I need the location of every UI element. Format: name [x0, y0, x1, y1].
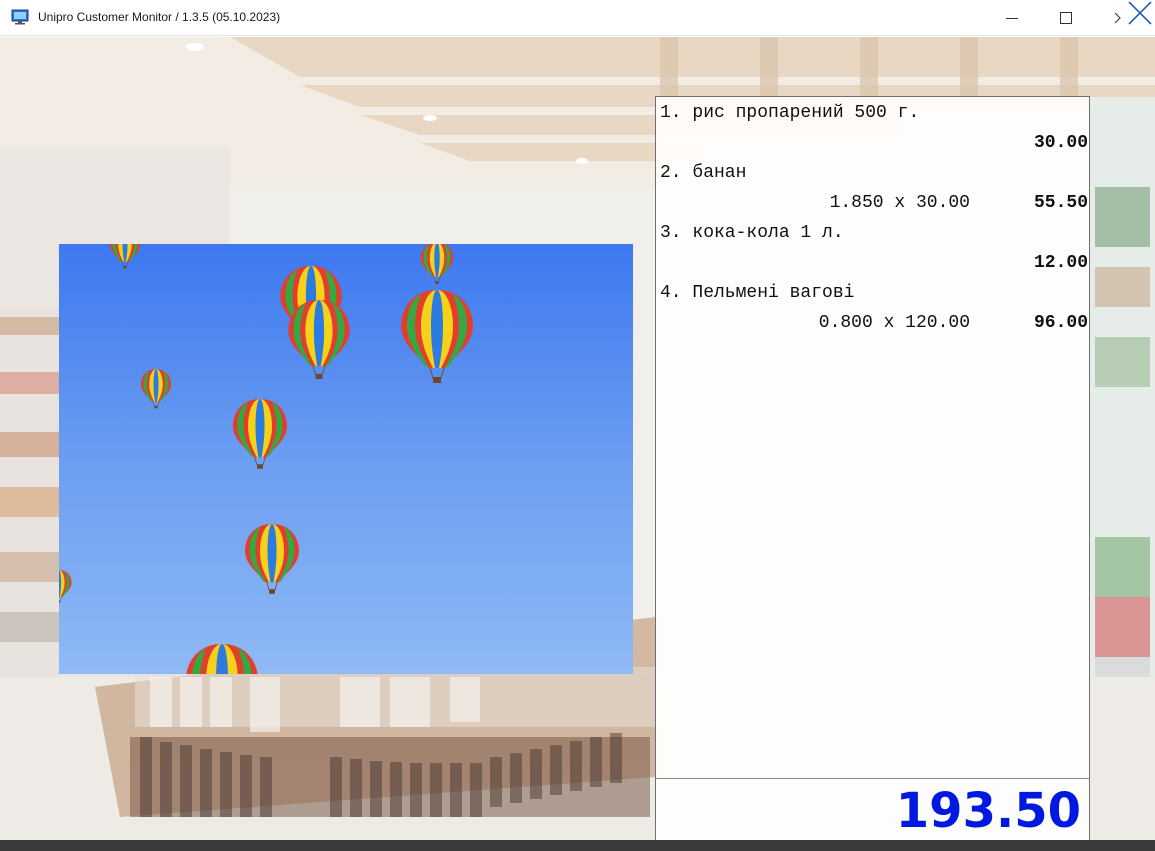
- balloons-image: [59, 244, 474, 674]
- advertisement-panel: [59, 244, 633, 674]
- close-button[interactable]: [1100, 0, 1155, 36]
- chevron-right-icon: [1114, 12, 1121, 24]
- window-title: Unipro Customer Monitor / 1.3.5 (05.10.2…: [38, 10, 281, 24]
- item-sum: 30.00: [1033, 133, 1088, 153]
- receipt-item-amount: 0.800 x 120.00 96.00: [660, 309, 1088, 337]
- item-name: 2. банан: [660, 163, 747, 183]
- title-bar: Unipro Customer Monitor / 1.3.5 (05.10.2…: [0, 0, 1155, 36]
- receipt-total: 193.50: [895, 783, 1081, 839]
- item-name: 4. Пельмені вагові: [660, 283, 855, 303]
- maximize-button[interactable]: [1043, 0, 1089, 36]
- receipt-item: 3. кока-кола 1 л.: [660, 219, 1088, 247]
- item-sum: 96.00: [1033, 313, 1088, 333]
- item-sum: 12.00: [1033, 253, 1088, 273]
- item-quantity: 0.800 x 120.00: [818, 313, 970, 333]
- total-divider: [656, 778, 1089, 779]
- receipt-item: 2. банан: [660, 159, 1088, 187]
- item-quantity: 1.850 x 30.00: [829, 193, 970, 213]
- item-sum: 55.50: [1033, 193, 1088, 213]
- close-icon: [1128, 1, 1152, 25]
- maximize-icon: [1060, 12, 1072, 24]
- taskbar-strip: [0, 840, 1155, 851]
- receipt-item: 4. Пельмені вагові: [660, 279, 1088, 307]
- item-name: 1. рис пропарений 500 г.: [660, 103, 920, 123]
- receipt-item-amount: 1.850 x 30.00 55.50: [660, 189, 1088, 217]
- minimize-button[interactable]: [989, 0, 1035, 36]
- receipt-panel: 1. рис пропарений 500 г. 30.00 2. банан …: [655, 96, 1090, 851]
- minimize-icon: [1006, 18, 1018, 19]
- receipt-item-amount: 12.00: [660, 249, 1088, 277]
- receipt-item: 1. рис пропарений 500 г.: [660, 99, 1088, 127]
- item-name: 3. кока-кола 1 л.: [660, 223, 844, 243]
- monitor-icon: [11, 9, 29, 25]
- receipt-item-amount: 30.00: [660, 129, 1088, 157]
